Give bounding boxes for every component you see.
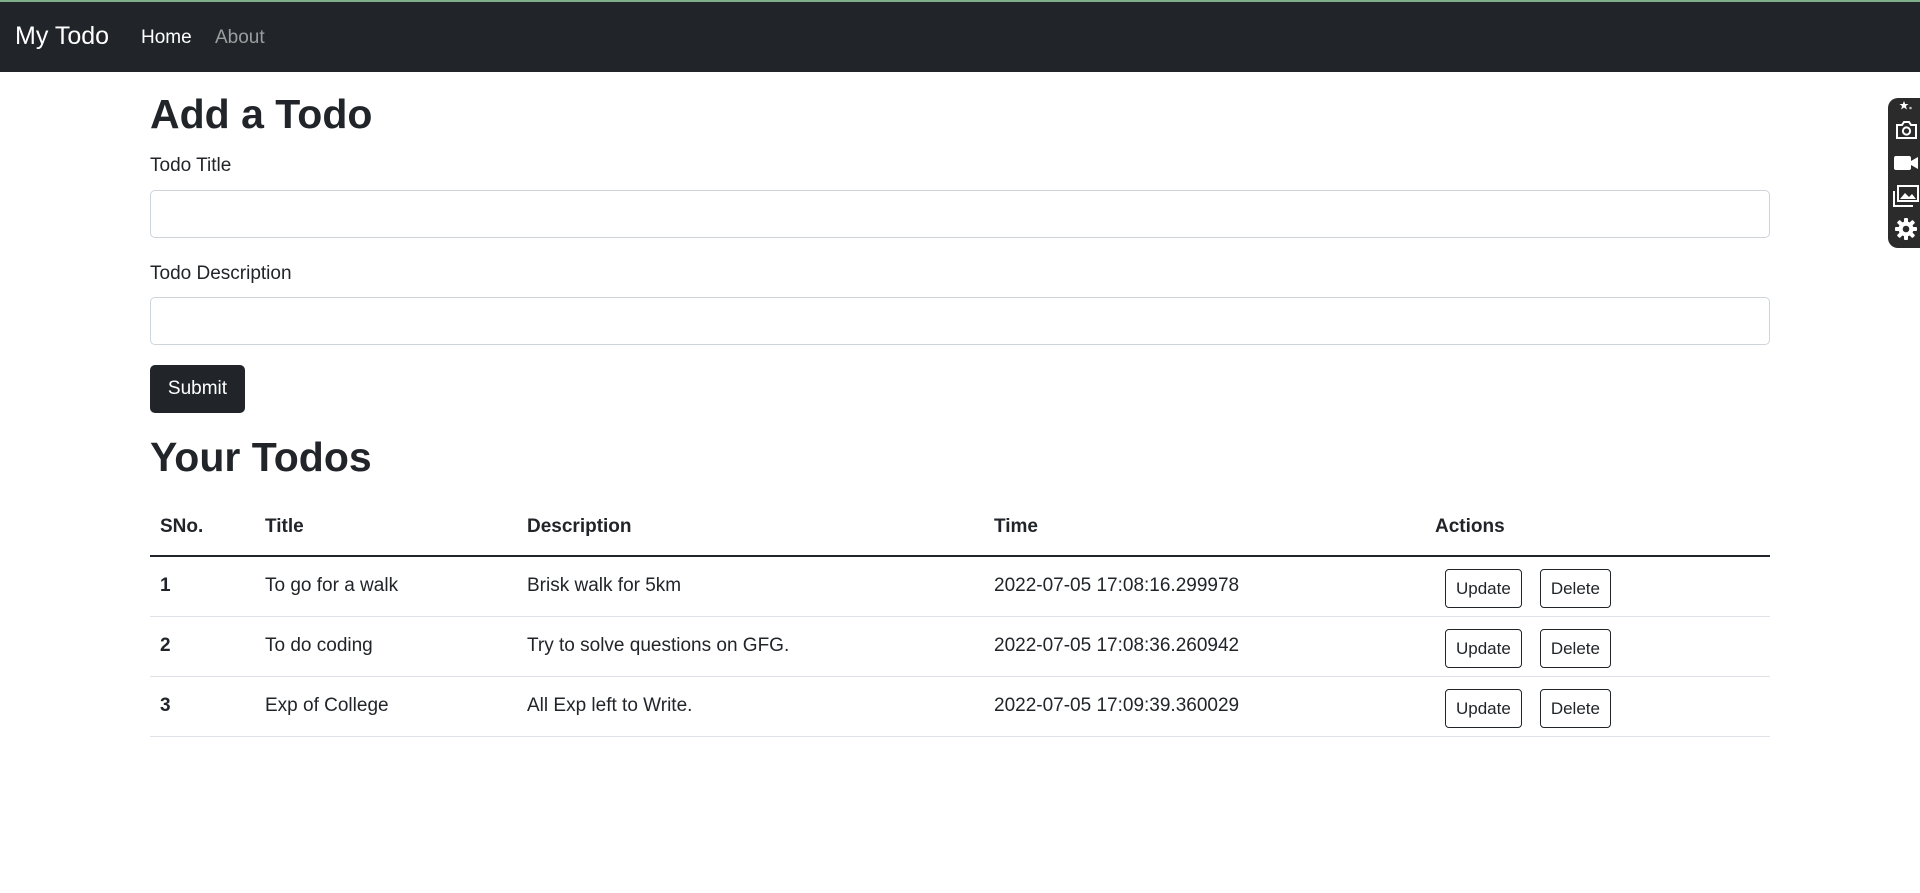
todo-title-input[interactable]: [150, 190, 1770, 238]
gallery-icon[interactable]: [1893, 183, 1919, 209]
column-header-sno: SNo.: [150, 498, 255, 557]
gear-icon[interactable]: [1893, 216, 1919, 242]
row-title: To go for a walk: [255, 556, 517, 617]
todo-title-label: Todo Title: [150, 155, 232, 176]
row-actions: Update Delete: [1425, 616, 1770, 677]
update-button[interactable]: Update: [1445, 568, 1522, 608]
row-actions: Update Delete: [1425, 556, 1770, 617]
brand-logo-link[interactable]: My Todo: [15, 22, 109, 51]
row-time: 2022-07-05 17:08:16.299978: [984, 556, 1425, 617]
todos-table: SNo. Title Description Time Actions 1 To…: [150, 498, 1770, 737]
add-todo-heading: Add a Todo: [150, 91, 373, 137]
table-row: 3 Exp of College All Exp left to Write. …: [150, 676, 1770, 737]
submit-button[interactable]: Submit: [150, 365, 245, 413]
row-description: Brisk walk for 5km: [517, 556, 984, 617]
your-todos-heading: Your Todos: [150, 434, 372, 480]
row-sno: 3: [150, 676, 255, 737]
delete-button[interactable]: Delete: [1539, 628, 1611, 668]
update-button[interactable]: Update: [1445, 688, 1522, 728]
row-description: All Exp left to Write.: [517, 676, 984, 737]
navbar: My Todo Home About: [0, 2, 1920, 72]
video-icon[interactable]: [1893, 150, 1919, 176]
todo-description-input[interactable]: [150, 297, 1770, 345]
row-sno: 2: [150, 616, 255, 677]
row-sno: 1: [150, 556, 255, 617]
column-header-title: Title: [255, 498, 517, 557]
column-header-description: Description: [517, 498, 984, 557]
pin-icon[interactable]: [1893, 100, 1919, 112]
column-header-time: Time: [984, 498, 1425, 557]
delete-button[interactable]: Delete: [1539, 568, 1611, 608]
update-button[interactable]: Update: [1445, 628, 1522, 668]
camera-icon[interactable]: [1893, 117, 1919, 143]
row-title: Exp of College: [255, 676, 517, 737]
nav-link-home[interactable]: Home: [141, 27, 192, 49]
table-row: 2 To do coding Try to solve questions on…: [150, 616, 1770, 677]
table-header-row: SNo. Title Description Time Actions: [150, 498, 1770, 557]
side-toolbar: [1888, 98, 1920, 248]
row-time: 2022-07-05 17:08:36.260942: [984, 616, 1425, 677]
delete-button[interactable]: Delete: [1539, 688, 1611, 728]
row-description: Try to solve questions on GFG.: [517, 616, 984, 677]
table-row: 1 To go for a walk Brisk walk for 5km 20…: [150, 556, 1770, 617]
column-header-actions: Actions: [1425, 498, 1770, 557]
row-actions: Update Delete: [1425, 676, 1770, 737]
row-title: To do coding: [255, 616, 517, 677]
todo-description-label: Todo Description: [150, 263, 292, 284]
row-time: 2022-07-05 17:09:39.360029: [984, 676, 1425, 737]
nav-link-about[interactable]: About: [215, 27, 265, 49]
